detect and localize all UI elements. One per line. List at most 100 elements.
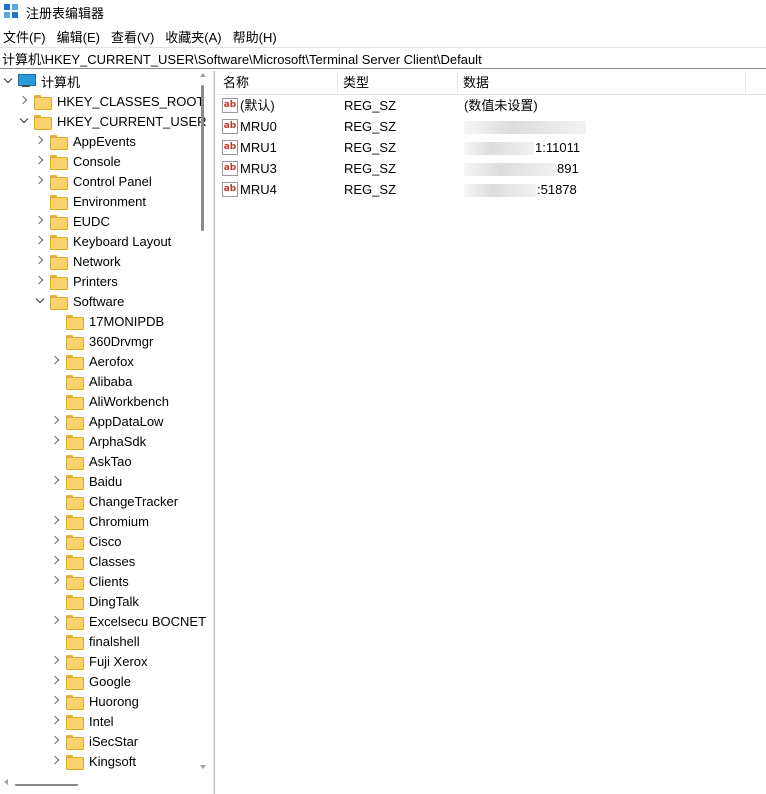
string-value-icon: ab [222, 140, 238, 155]
tree-node[interactable]: Keyboard Layout [34, 231, 173, 251]
chevron-right-icon[interactable] [34, 235, 46, 247]
tree-node[interactable]: AppEvents [34, 131, 138, 151]
list-item[interactable]: ab MRU3 REG_SZ 891 [217, 158, 766, 179]
menu-file[interactable]: 文件(F) [0, 27, 50, 46]
pane-splitter[interactable] [213, 71, 215, 794]
folder-icon [66, 614, 84, 630]
tree-node[interactable]: EUDC [34, 211, 112, 231]
tree-node[interactable]: Console [34, 151, 123, 171]
scroll-left-icon[interactable] [4, 779, 8, 785]
list-item[interactable]: ab MRU0 REG_SZ [217, 116, 766, 137]
tree-node[interactable]: DingTalk [50, 591, 141, 611]
menu-edit[interactable]: 编辑(E) [54, 27, 104, 46]
tree-node[interactable]: AliWorkbench [50, 391, 171, 411]
folder-icon [50, 274, 68, 290]
chevron-right-icon[interactable] [50, 755, 62, 767]
chevron-right-icon[interactable] [50, 415, 62, 427]
scrollbar-thumb[interactable] [201, 85, 204, 231]
value-data: 891 [464, 158, 579, 179]
tree-node[interactable]: Network [34, 251, 123, 271]
chevron-right-icon[interactable] [34, 135, 46, 147]
tree-node[interactable]: finalshell [50, 631, 142, 651]
tree-node[interactable]: Printers [34, 271, 120, 291]
tree-horizontal-scrollbar[interactable] [0, 776, 210, 790]
folder-icon [66, 514, 84, 530]
chevron-right-icon[interactable] [50, 715, 62, 727]
tree-node[interactable]: Classes [50, 551, 137, 571]
chevron-right-icon[interactable] [50, 515, 62, 527]
tree-node[interactable]: AskTao [50, 451, 134, 471]
chevron-right-icon[interactable] [50, 675, 62, 687]
tree-node[interactable]: Google [50, 671, 133, 691]
string-value-icon: ab [222, 161, 238, 176]
chevron-right-icon[interactable] [50, 695, 62, 707]
chevron-right-icon[interactable] [50, 555, 62, 567]
tree-node[interactable]: Environment [34, 191, 148, 211]
chevron-right-icon[interactable] [50, 355, 62, 367]
folder-icon [66, 674, 84, 690]
chevron-down-icon[interactable] [34, 295, 46, 307]
menu-favorites[interactable]: 收藏夹(A) [162, 27, 225, 46]
tree-node[interactable]: ChangeTracker [50, 491, 180, 511]
tree-node[interactable]: iSecStar [50, 731, 140, 751]
menu-view[interactable]: 查看(V) [108, 27, 158, 46]
tree-node[interactable]: Kingsoft [50, 751, 138, 771]
chevron-right-icon[interactable] [50, 435, 62, 447]
value-name: MRU3 [240, 161, 277, 176]
chevron-right-icon[interactable] [50, 475, 62, 487]
column-header-data[interactable]: 数据 [457, 71, 745, 95]
folder-icon [66, 654, 84, 670]
chevron-right-icon[interactable] [34, 155, 46, 167]
tree-node-label: ArphaSdk [89, 433, 147, 449]
column-divider[interactable] [745, 73, 746, 93]
chevron-right-icon[interactable] [34, 275, 46, 287]
tree-node[interactable]: Alibaba [50, 371, 134, 391]
address-bar[interactable]: 计算机\HKEY_CURRENT_USER\Software\Microsoft… [0, 47, 766, 69]
tree-vertical-scrollbar[interactable] [198, 71, 208, 776]
tree-node-computer[interactable]: 计算机 [2, 71, 82, 91]
tree-node[interactable]: Baidu [50, 471, 124, 491]
tree-node-label: AliWorkbench [89, 393, 169, 409]
tree-node[interactable]: Intel [50, 711, 116, 731]
scrollbar-thumb[interactable] [15, 784, 78, 786]
tree-node-hkcu[interactable]: HKEY_CURRENT_USER [18, 111, 209, 131]
chevron-right-icon[interactable] [34, 215, 46, 227]
chevron-down-icon[interactable] [18, 115, 30, 127]
menu-help[interactable]: 帮助(H) [230, 27, 281, 46]
tree-node-label: Network [73, 253, 121, 269]
chevron-right-icon[interactable] [18, 95, 30, 107]
chevron-right-icon[interactable] [50, 615, 62, 627]
tree-node[interactable]: Chromium [50, 511, 151, 531]
tree-node[interactable]: Clients [50, 571, 131, 591]
chevron-right-icon[interactable] [50, 655, 62, 667]
tree-node-label: AskTao [89, 453, 132, 469]
scroll-down-icon[interactable] [200, 765, 206, 769]
tree-node[interactable]: ArphaSdk [50, 431, 148, 451]
chevron-right-icon[interactable] [50, 535, 62, 547]
list-item[interactable]: ab MRU1 REG_SZ 1:11011 [217, 137, 766, 158]
chevron-right-icon[interactable] [34, 175, 46, 187]
chevron-right-icon[interactable] [50, 575, 62, 587]
tree-node[interactable]: Fuji Xerox [50, 651, 150, 671]
tree-node-software[interactable]: Software [34, 291, 126, 311]
tree-node[interactable]: Cisco [50, 531, 124, 551]
value-data-redacted [464, 116, 587, 137]
tree-node-label: Intel [89, 713, 114, 729]
tree-node[interactable]: Huorong [50, 691, 141, 711]
tree-node[interactable]: Control Panel [34, 171, 154, 191]
tree-node[interactable]: 17MONIPDB [50, 311, 166, 331]
tree-node[interactable]: Aerofox [50, 351, 136, 371]
tree-node[interactable]: Excelsecu BOCNET [50, 611, 208, 631]
folder-icon [66, 374, 84, 390]
list-item[interactable]: ab (默认) REG_SZ (数值未设置) [217, 95, 766, 116]
tree-node[interactable]: 360Drvmgr [50, 331, 155, 351]
scroll-up-icon[interactable] [200, 73, 206, 77]
chevron-down-icon[interactable] [2, 75, 14, 87]
tree-node-hkcr[interactable]: HKEY_CLASSES_ROOT [18, 91, 206, 111]
tree-node[interactable]: AppDataLow [50, 411, 165, 431]
column-header-name[interactable]: 名称 [217, 71, 337, 95]
column-header-type[interactable]: 类型 [337, 71, 457, 95]
chevron-right-icon[interactable] [50, 735, 62, 747]
chevron-right-icon[interactable] [34, 255, 46, 267]
list-item[interactable]: ab MRU4 REG_SZ :51878 [217, 179, 766, 200]
